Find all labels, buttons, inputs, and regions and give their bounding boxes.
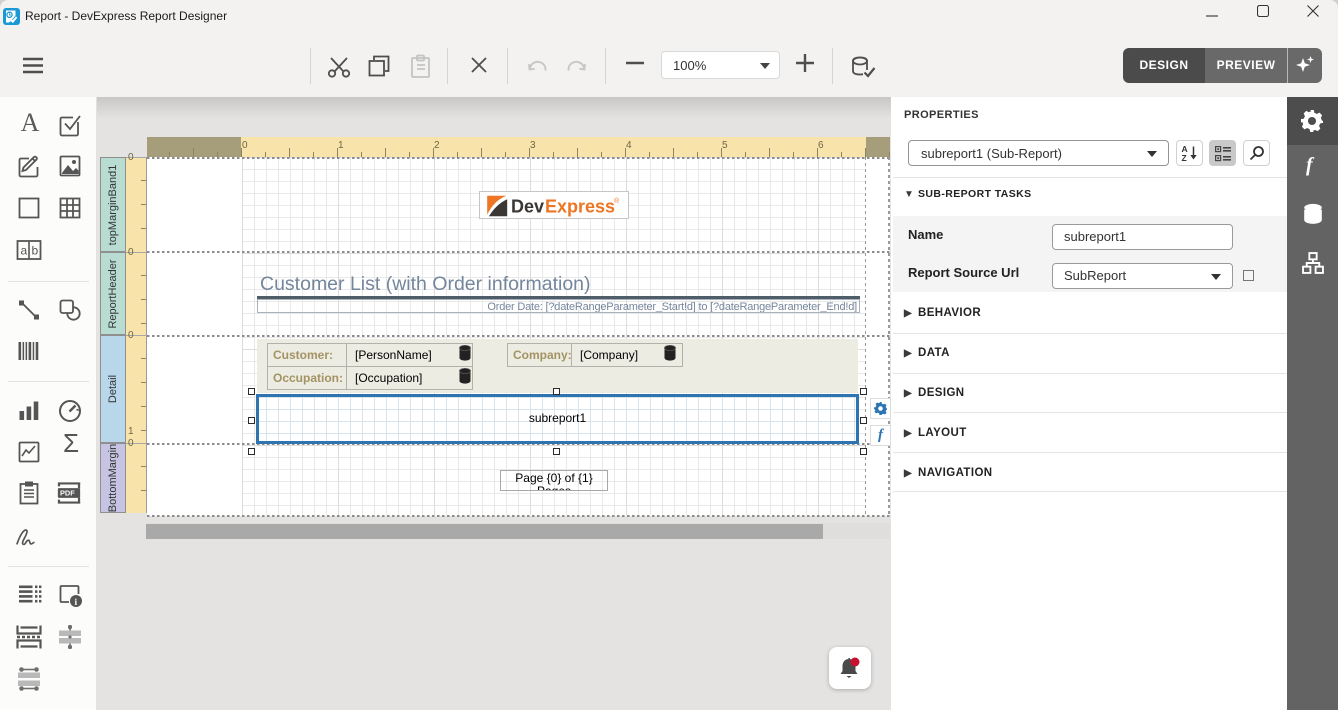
svg-text:a: a [21,244,28,258]
svg-text:i: i [75,598,78,608]
svg-text:PDF: PDF [60,489,75,498]
svg-text:®: ® [614,197,620,205]
svg-text:Dev: Dev [511,197,544,217]
svg-text:Express: Express [545,197,615,217]
svg-text:Z: Z [1182,153,1187,162]
svg-text:b: b [32,244,39,258]
